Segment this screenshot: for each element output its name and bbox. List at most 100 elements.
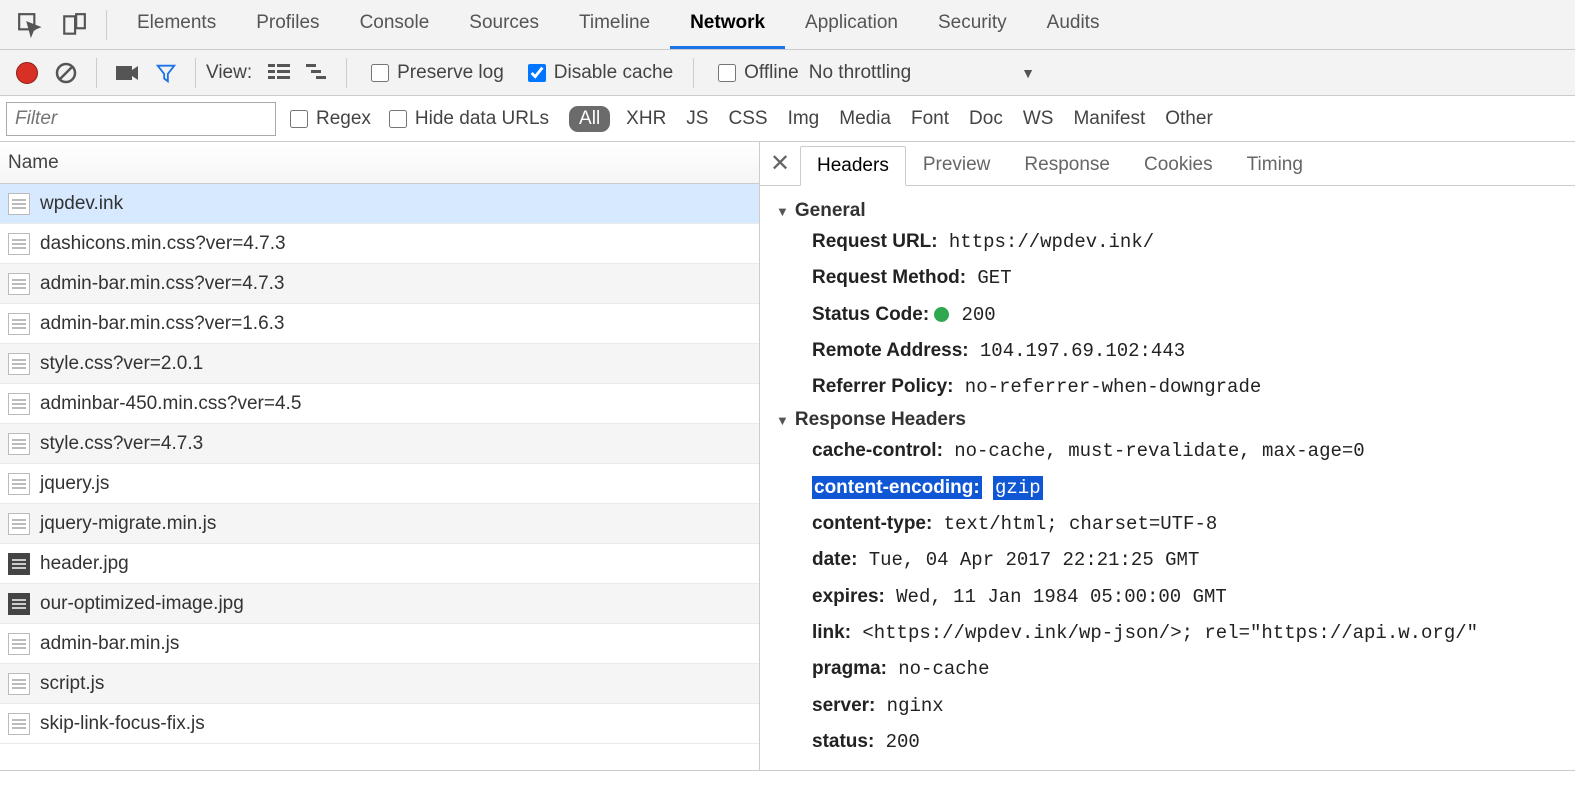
- preserve-log-checkbox[interactable]: Preserve log: [367, 61, 504, 85]
- header-key: date:: [812, 549, 857, 570]
- header-key: pragma:: [812, 658, 887, 679]
- panel-tab-elements[interactable]: Elements: [117, 0, 236, 49]
- filter-type-doc[interactable]: Doc: [969, 108, 1003, 129]
- request-name: script.js: [40, 673, 104, 695]
- header-row: content-type: text/html; charset=UTF-8: [812, 508, 1563, 540]
- throttling-dropdown[interactable]: No throttling ▼: [809, 62, 1035, 84]
- device-toggle-icon[interactable]: [60, 11, 88, 39]
- header-key: Remote Address:: [812, 340, 969, 361]
- request-row[interactable]: admin-bar.min.css?ver=4.7.3: [0, 264, 759, 304]
- request-row[interactable]: style.css?ver=2.0.1: [0, 344, 759, 384]
- request-row[interactable]: jquery-migrate.min.js: [0, 504, 759, 544]
- waterfall-icon[interactable]: [306, 64, 328, 82]
- filter-type-all[interactable]: All: [569, 106, 610, 132]
- offline-checkbox[interactable]: Offline: [714, 61, 799, 85]
- filter-type-other[interactable]: Other: [1165, 108, 1213, 129]
- header-key: Referrer Policy:: [812, 376, 954, 397]
- header-value: no-cache: [898, 658, 989, 680]
- throttling-value: No throttling: [809, 62, 911, 84]
- filter-type-js[interactable]: JS: [686, 108, 708, 129]
- document-file-icon: [8, 313, 30, 335]
- filter-type-font[interactable]: Font: [911, 108, 949, 129]
- filter-bar: Regex Hide data URLs All XHR JS CSS Img Medi…: [0, 96, 1575, 142]
- filter-icon[interactable]: [155, 62, 177, 84]
- record-button[interactable]: [16, 62, 38, 84]
- request-row[interactable]: adminbar-450.min.css?ver=4.5: [0, 384, 759, 424]
- request-name: admin-bar.min.js: [40, 633, 179, 655]
- filter-type-ws[interactable]: WS: [1023, 108, 1054, 129]
- request-row[interactable]: script.js: [0, 664, 759, 704]
- panel-tab-security[interactable]: Security: [918, 0, 1027, 49]
- request-row[interactable]: skip-link-focus-fix.js: [0, 704, 759, 744]
- request-name: jquery.js: [40, 473, 109, 495]
- header-key: Request Method:: [812, 267, 966, 288]
- header-value: text/html; charset=UTF-8: [944, 513, 1218, 535]
- document-file-icon: [8, 473, 30, 495]
- close-icon[interactable]: ✕: [760, 142, 800, 185]
- header-row: Referrer Policy: no-referrer-when-downgr…: [812, 371, 1563, 403]
- request-row[interactable]: style.css?ver=4.7.3: [0, 424, 759, 464]
- filter-type-css[interactable]: CSS: [728, 108, 767, 129]
- request-row[interactable]: admin-bar.min.css?ver=1.6.3: [0, 304, 759, 344]
- request-row[interactable]: header.jpg: [0, 544, 759, 584]
- panel-tab-audits[interactable]: Audits: [1027, 0, 1120, 49]
- document-file-icon: [8, 513, 30, 535]
- filter-type-manifest[interactable]: Manifest: [1073, 108, 1145, 129]
- header-value: no-cache, must-revalidate, max-age=0: [954, 440, 1364, 462]
- header-row: server: nginx: [812, 690, 1563, 722]
- large-rows-icon[interactable]: [268, 64, 290, 82]
- header-key: Status Code:: [812, 304, 929, 325]
- request-row[interactable]: jquery.js: [0, 464, 759, 504]
- detail-tab-preview[interactable]: Preview: [906, 145, 1008, 185]
- request-row[interactable]: our-optimized-image.jpg: [0, 584, 759, 624]
- request-row[interactable]: wpdev.ink: [0, 184, 759, 224]
- filter-type-xhr[interactable]: XHR: [626, 108, 666, 129]
- header-row: date: Tue, 04 Apr 2017 22:21:25 GMT: [812, 544, 1563, 576]
- filter-input[interactable]: [6, 102, 276, 136]
- panel-tab-console[interactable]: Console: [340, 0, 450, 49]
- request-name: wpdev.ink: [40, 193, 123, 215]
- network-main: Name wpdev.ink dashicons.min.css?ver=4.7.…: [0, 142, 1575, 771]
- detail-tab-timing[interactable]: Timing: [1230, 145, 1320, 185]
- header-row: content-encoding: gzip: [812, 472, 1563, 504]
- detail-tab-response[interactable]: Response: [1007, 145, 1127, 185]
- disable-cache-label: Disable cache: [554, 62, 673, 84]
- clear-icon[interactable]: [54, 61, 78, 85]
- image-file-icon: [8, 593, 30, 615]
- response-headers-section[interactable]: Response Headers: [776, 409, 1563, 431]
- filter-type-media[interactable]: Media: [839, 108, 891, 129]
- panel-tab-application[interactable]: Application: [785, 0, 918, 49]
- header-value: 104.197.69.102:443: [980, 340, 1185, 362]
- network-toolbar: View: Preserve log Disable cache Offline…: [0, 50, 1575, 96]
- panel-tab-network[interactable]: Network: [670, 0, 785, 49]
- regex-checkbox[interactable]: Regex: [286, 107, 371, 131]
- panel-tab-sources[interactable]: Sources: [449, 0, 559, 49]
- request-row[interactable]: dashicons.min.css?ver=4.7.3: [0, 224, 759, 264]
- detail-tab-cookies[interactable]: Cookies: [1127, 145, 1230, 185]
- header-key: status:: [812, 731, 874, 752]
- header-row: Request Method: GET: [812, 262, 1563, 294]
- header-key: content-encoding:: [812, 476, 982, 499]
- inspect-element-icon[interactable]: [16, 11, 44, 39]
- general-section[interactable]: General: [776, 200, 1563, 222]
- detail-tab-headers[interactable]: Headers: [800, 146, 906, 186]
- request-row[interactable]: admin-bar.min.js: [0, 624, 759, 664]
- hide-data-urls-checkbox[interactable]: Hide data URLs: [385, 107, 549, 131]
- disable-cache-checkbox[interactable]: Disable cache: [524, 61, 673, 85]
- header-value: nginx: [887, 695, 944, 717]
- filter-type-img[interactable]: Img: [788, 108, 820, 129]
- column-header-name[interactable]: Name: [0, 142, 759, 184]
- header-key: cache-control:: [812, 440, 943, 461]
- header-row: Remote Address: 104.197.69.102:443: [812, 335, 1563, 367]
- document-file-icon: [8, 393, 30, 415]
- offline-label: Offline: [744, 62, 799, 84]
- image-file-icon: [8, 553, 30, 575]
- header-value: Tue, 04 Apr 2017 22:21:25 GMT: [869, 549, 1200, 571]
- request-detail: ✕ HeadersPreviewResponseCookiesTiming Ge…: [760, 142, 1575, 770]
- panel-tab-profiles[interactable]: Profiles: [236, 0, 339, 49]
- panel-tab-timeline[interactable]: Timeline: [559, 0, 670, 49]
- hide-data-urls-label: Hide data URLs: [415, 108, 549, 130]
- camera-icon[interactable]: [115, 63, 139, 83]
- header-value: https://wpdev.ink/: [949, 231, 1154, 253]
- document-file-icon: [8, 433, 30, 455]
